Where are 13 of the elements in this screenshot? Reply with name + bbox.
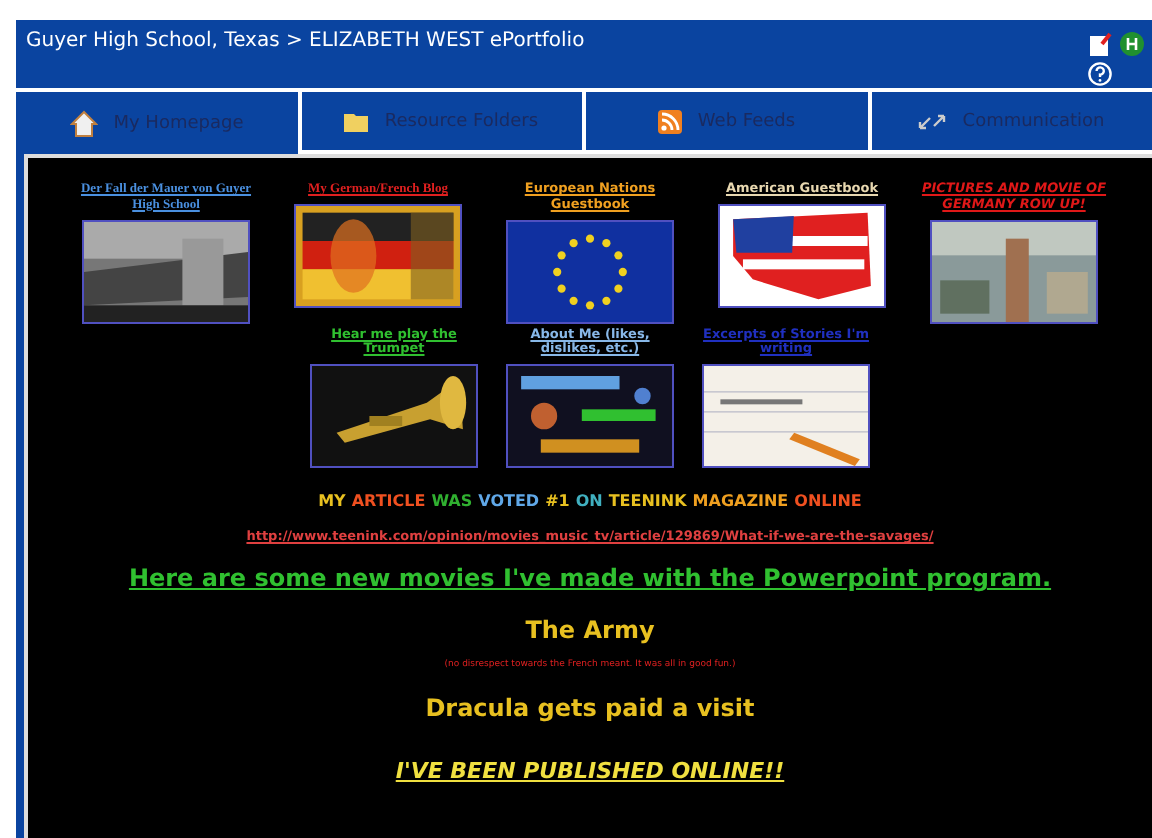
arrows-icon (918, 113, 947, 129)
breadcrumb-title: Guyer High School, Texas > ELIZABETH WEST ePortfolio (26, 30, 585, 56)
help-icon[interactable] (1088, 62, 1112, 86)
house-icon (69, 109, 98, 137)
rss-icon (657, 109, 682, 133)
notepad-icon[interactable] (1088, 32, 1112, 56)
h-badge-icon[interactable] (1120, 32, 1144, 56)
article-headline: MY ARTICLE WAS VOTED #1 ON TEENINK MAGAZINE ONLINE (318, 492, 862, 511)
published-link[interactable]: I'VE BEEN PUBLISHED ONLINE!! (395, 758, 785, 785)
movie-link[interactable]: The Army (525, 616, 655, 645)
movie-link[interactable]: Dracula gets paid a visit (425, 694, 755, 723)
folder-icon (344, 111, 369, 131)
movies-link[interactable]: Here are some new movies I've made with the Powerpoint program. (128, 564, 1052, 593)
